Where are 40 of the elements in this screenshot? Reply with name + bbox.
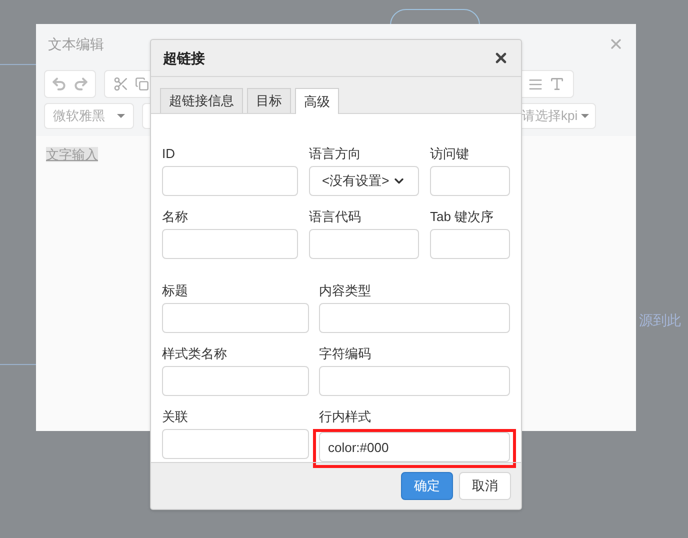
input-field[interactable] <box>162 429 309 460</box>
copy-icon[interactable] <box>135 77 149 91</box>
field-label: ID <box>162 146 176 162</box>
redo-icon[interactable] <box>73 76 89 92</box>
content-text: 文字输入 <box>46 147 98 162</box>
field-label: 样式类名称 <box>162 346 228 362</box>
dialog-tab[interactable]: 目标 <box>247 88 291 114</box>
input-field[interactable] <box>162 166 298 196</box>
field-label: 内容类型 <box>319 283 372 300</box>
input-field[interactable]: color:#000 <box>319 432 510 462</box>
field-label: 语言方向 <box>309 146 362 162</box>
input-field[interactable] <box>430 229 510 260</box>
dialog-tab[interactable]: 超链接信息 <box>160 88 243 114</box>
input-field[interactable] <box>309 229 419 260</box>
input-field[interactable] <box>162 366 309 396</box>
text-type-icon[interactable] <box>549 76 565 92</box>
input-field[interactable] <box>430 166 510 196</box>
field-label: 语言代码 <box>309 209 362 226</box>
field-label: 关联 <box>162 409 189 426</box>
align-justify-icon[interactable] <box>528 76 543 92</box>
cancel-button[interactable]: 取消 <box>459 472 511 500</box>
dialog-tab[interactable]: 高级 <box>295 88 339 114</box>
background-hint: 源到此 <box>639 311 681 330</box>
field-label: 名称 <box>162 209 189 226</box>
field-label: 标题 <box>162 283 189 300</box>
field-label: 行内样式 <box>319 409 372 426</box>
scissors-icon[interactable] <box>113 76 129 92</box>
editor-title: 文本编辑 <box>48 34 104 54</box>
field-label: Tab 键次序 <box>430 209 495 226</box>
input-field[interactable] <box>162 229 298 260</box>
dropdown-caret-icon <box>581 114 589 118</box>
input-field[interactable] <box>319 366 510 396</box>
input-field[interactable] <box>162 303 309 334</box>
input-field[interactable] <box>319 303 510 334</box>
field-label: 字符编码 <box>319 346 372 362</box>
dropdown-caret-icon <box>117 114 125 118</box>
dialog-title: 超链接 <box>163 48 205 68</box>
undo-icon[interactable] <box>51 76 67 92</box>
field-label: 访问键 <box>430 146 470 162</box>
language-select[interactable]: <没有设置> <box>309 166 419 196</box>
